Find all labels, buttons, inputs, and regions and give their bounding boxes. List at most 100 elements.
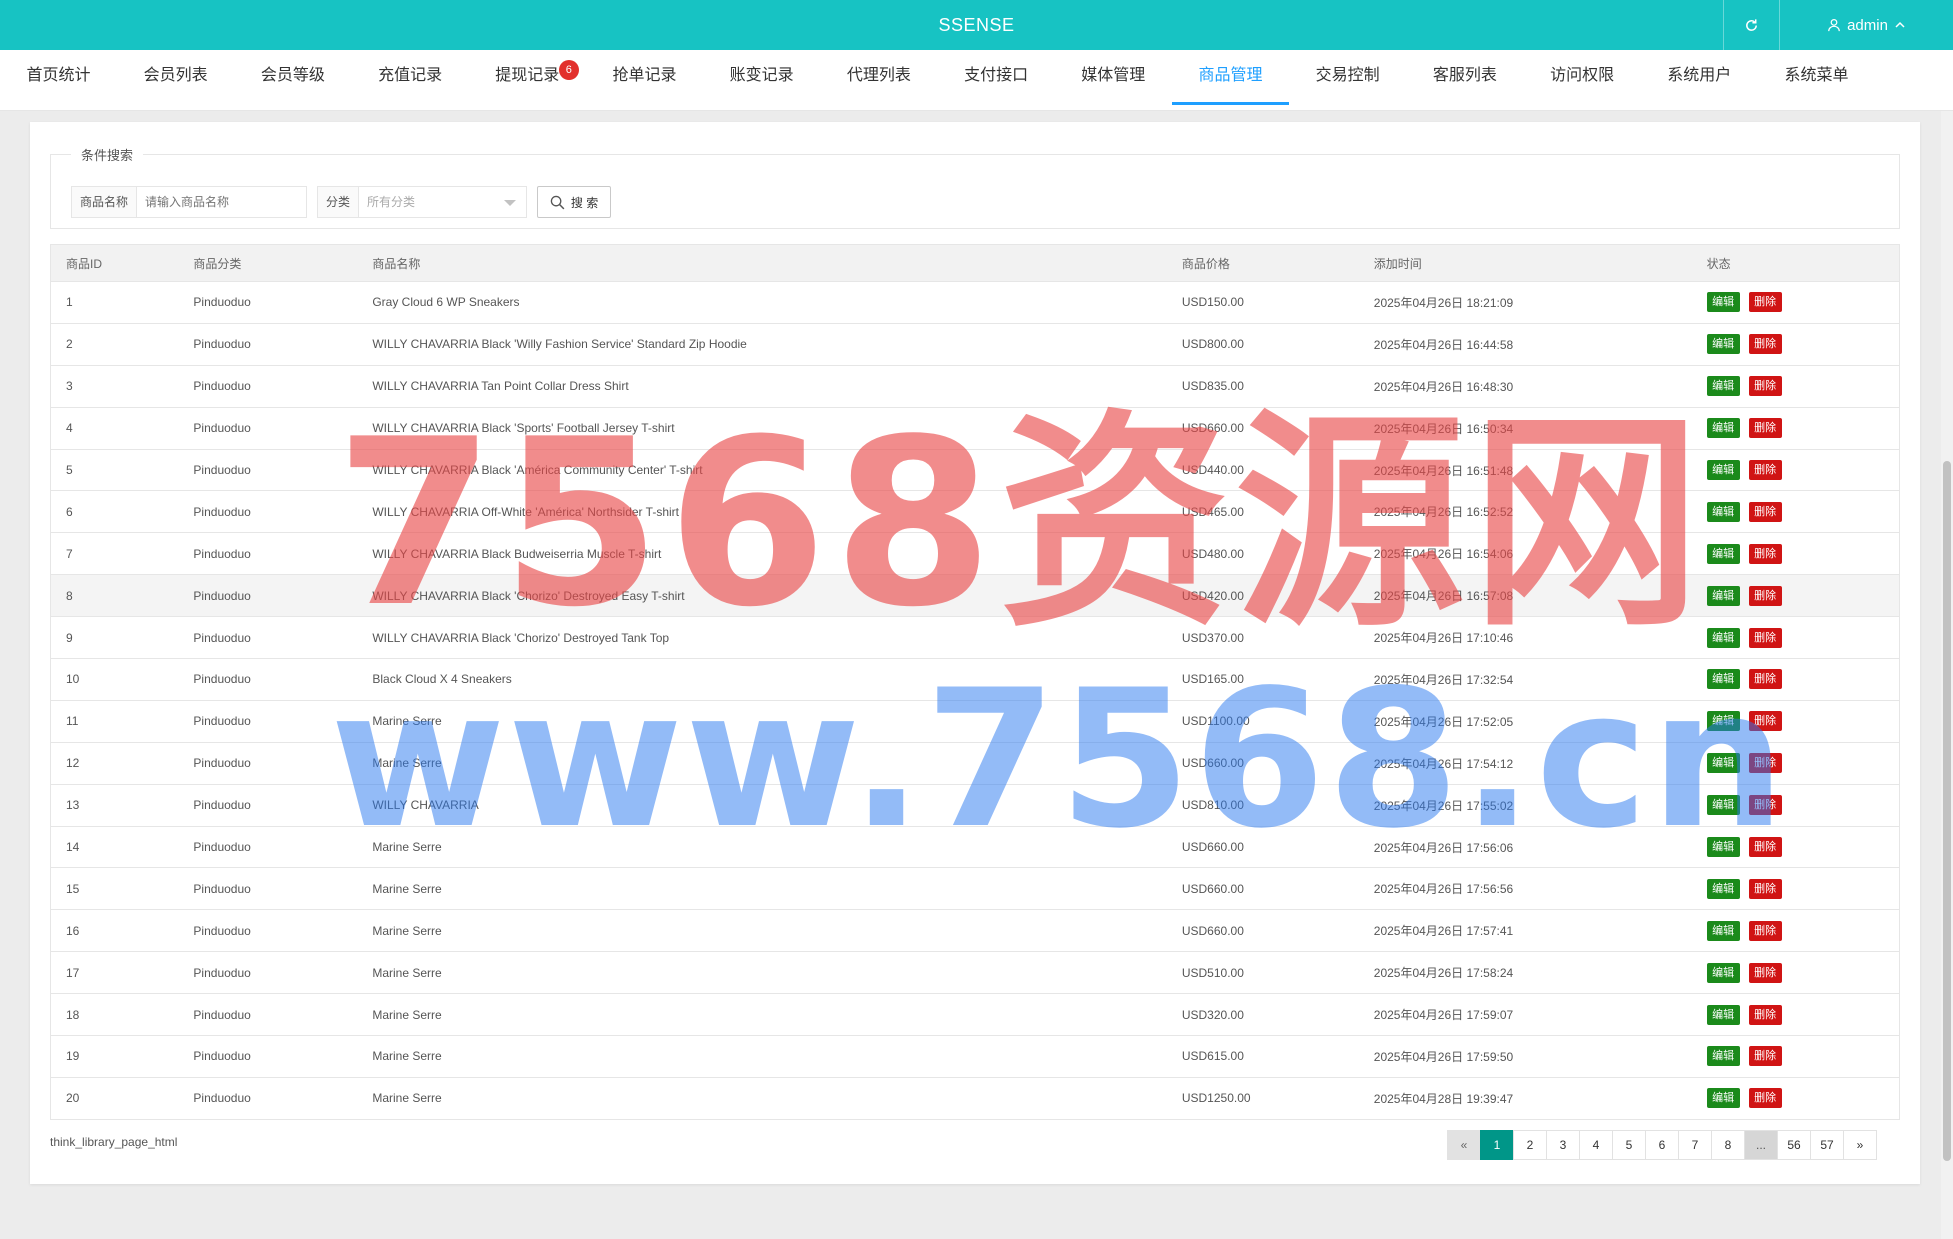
category-select[interactable]: 所有分类 — [359, 186, 528, 218]
delete-button[interactable]: 删除 — [1748, 501, 1782, 522]
nav-tab-3[interactable]: 充值记录 — [352, 50, 469, 111]
page-button[interactable]: 57 — [1810, 1130, 1844, 1160]
table-row[interactable]: 13 Pinduoduo WILLY CHAVARRIA USD810.00 2025年… — [50, 784, 1900, 827]
page-button[interactable]: 56 — [1777, 1130, 1811, 1160]
page-button[interactable]: 2 — [1513, 1130, 1547, 1160]
delete-button[interactable]: 删除 — [1748, 1046, 1782, 1067]
table-row[interactable]: 14 Pinduoduo Marine Serre USD660.00 2025年04月… — [50, 826, 1900, 869]
user-menu[interactable]: admin — [1779, 0, 1953, 50]
delete-button[interactable]: 删除 — [1748, 292, 1782, 313]
delete-button[interactable]: 删除 — [1748, 711, 1782, 732]
table-row[interactable]: 16 Pinduoduo Marine Serre USD660.00 2025年04月… — [50, 909, 1900, 953]
next-page-button[interactable]: » — [1843, 1130, 1877, 1160]
nav-tab-4[interactable]: 提现记录 6 — [469, 50, 586, 111]
page-button[interactable]: 4 — [1579, 1130, 1613, 1160]
table-row[interactable]: 1 Pinduoduo Gray Cloud 6 WP Sneakers USD150… — [50, 281, 1900, 324]
header-time[interactable]: 添加时间 — [1358, 244, 1692, 282]
nav-tab-1[interactable]: 会员列表 — [117, 50, 234, 111]
edit-button[interactable]: 编辑 — [1706, 460, 1740, 480]
edit-button[interactable]: 编辑 — [1706, 627, 1740, 648]
delete-button[interactable]: 删除 — [1748, 920, 1782, 941]
table-row[interactable]: 7 Pinduoduo WILLY CHAVARRIA Black Budweise… — [50, 532, 1900, 576]
edit-button[interactable]: 编辑 — [1706, 501, 1740, 522]
delete-button[interactable]: 删除 — [1748, 753, 1782, 774]
edit-button[interactable]: 编辑 — [1706, 334, 1740, 355]
header-status[interactable]: 状态 — [1691, 244, 1900, 282]
nav-tab-2[interactable]: 会员等级 — [234, 50, 351, 111]
table-row[interactable]: 20 Pinduoduo Marine Serre USD1250.00 2025年04… — [50, 1077, 1900, 1120]
delete-button[interactable]: 删除 — [1748, 627, 1782, 648]
delete-button[interactable]: 删除 — [1748, 418, 1782, 439]
edit-button[interactable]: 编辑 — [1706, 711, 1740, 732]
delete-button[interactable]: 删除 — [1748, 1004, 1782, 1025]
table-row[interactable]: 18 Pinduoduo Marine Serre USD320.00 2025年04月… — [50, 993, 1900, 1037]
table-row[interactable]: 6 Pinduoduo WILLY CHAVARRIA Off-White 'Amé… — [50, 490, 1900, 534]
header-name[interactable]: 商品名称 — [357, 244, 1167, 282]
edit-button[interactable]: 编辑 — [1706, 669, 1740, 690]
page-button[interactable]: 1 — [1480, 1130, 1514, 1160]
delete-button[interactable]: 删除 — [1748, 460, 1782, 480]
page-button[interactable]: 5 — [1612, 1130, 1646, 1160]
delete-button[interactable]: 删除 — [1748, 334, 1782, 355]
scrollbar-thumb[interactable] — [1943, 461, 1951, 1161]
table-row[interactable]: 5 Pinduoduo WILLY CHAVARRIA Black 'América… — [50, 449, 1900, 492]
delete-button[interactable]: 删除 — [1748, 962, 1782, 983]
delete-button[interactable]: 删除 — [1748, 543, 1782, 564]
nav-tab-13[interactable]: 访问权限 — [1524, 50, 1641, 111]
nav-tab-15[interactable]: 系统菜单 — [1758, 50, 1875, 111]
nav-tab-0[interactable]: 首页统计 — [0, 50, 117, 111]
header-category[interactable]: 商品分类 — [178, 244, 358, 282]
edit-button[interactable]: 编辑 — [1706, 753, 1740, 774]
nav-tab-7[interactable]: 代理列表 — [820, 50, 937, 111]
table-row[interactable]: 4 Pinduoduo WILLY CHAVARRIA Black 'Sports'… — [50, 407, 1900, 450]
edit-button[interactable]: 编辑 — [1706, 1046, 1740, 1067]
nav-tab-6[interactable]: 账变记录 — [703, 50, 820, 111]
edit-button[interactable]: 编辑 — [1706, 585, 1740, 606]
nav-tab-9[interactable]: 媒体管理 — [1055, 50, 1172, 111]
edit-button[interactable]: 编辑 — [1706, 878, 1740, 899]
edit-button[interactable]: 编辑 — [1706, 837, 1740, 858]
delete-button[interactable]: 删除 — [1748, 376, 1782, 397]
name-input[interactable] — [137, 186, 308, 218]
page-button[interactable]: 8 — [1711, 1130, 1745, 1160]
edit-button[interactable]: 编辑 — [1706, 920, 1740, 941]
delete-button[interactable]: 删除 — [1748, 795, 1782, 816]
edit-button[interactable]: 编辑 — [1706, 962, 1740, 983]
refresh-button[interactable] — [1723, 0, 1779, 50]
edit-button[interactable]: 编辑 — [1706, 1004, 1740, 1025]
nav-tab-8[interactable]: 支付接口 — [938, 50, 1055, 111]
prev-page-button[interactable]: « — [1447, 1130, 1481, 1160]
nav-tab-11[interactable]: 交易控制 — [1289, 50, 1406, 111]
delete-button[interactable]: 删除 — [1748, 669, 1782, 690]
table-row[interactable]: 11 Pinduoduo Marine Serre USD1100.00 2025年04… — [50, 700, 1900, 743]
delete-button[interactable]: 删除 — [1748, 585, 1782, 606]
edit-button[interactable]: 编辑 — [1706, 543, 1740, 564]
table-row[interactable]: 8 Pinduoduo WILLY CHAVARRIA Black 'Chorizo… — [50, 574, 1900, 618]
header-price[interactable]: 商品价格 — [1166, 244, 1359, 282]
nav-tab-5[interactable]: 抢单记录 — [586, 50, 703, 111]
edit-button[interactable]: 编辑 — [1706, 795, 1740, 816]
scrollbar[interactable] — [1941, 111, 1953, 1239]
table-row[interactable]: 12 Pinduoduo Marine Serre USD660.00 2025年04月… — [50, 742, 1900, 785]
page-button[interactable]: 6 — [1645, 1130, 1679, 1160]
table-row[interactable]: 15 Pinduoduo Marine Serre USD660.00 2025年04月… — [50, 867, 1900, 911]
table-row[interactable]: 2 Pinduoduo WILLY CHAVARRIA Black 'Willy F… — [50, 323, 1900, 366]
table-row[interactable]: 19 Pinduoduo Marine Serre USD615.00 2025年04月… — [50, 1035, 1900, 1078]
delete-button[interactable]: 删除 — [1748, 837, 1782, 858]
delete-button[interactable]: 删除 — [1748, 878, 1782, 899]
delete-button[interactable]: 删除 — [1748, 1088, 1782, 1109]
header-id[interactable]: 商品ID — [50, 244, 179, 282]
nav-tab-14[interactable]: 系统用户 — [1641, 50, 1758, 111]
table-row[interactable]: 3 Pinduoduo WILLY CHAVARRIA Tan Point Coll… — [50, 365, 1900, 408]
nav-tab-10[interactable]: 商品管理 — [1172, 50, 1289, 111]
edit-button[interactable]: 编辑 — [1706, 418, 1740, 439]
search-button[interactable]: 搜 索 — [537, 186, 612, 218]
table-row[interactable]: 17 Pinduoduo Marine Serre USD510.00 2025年04月… — [50, 951, 1900, 995]
edit-button[interactable]: 编辑 — [1706, 376, 1740, 397]
page-button[interactable]: 7 — [1678, 1130, 1712, 1160]
nav-tab-12[interactable]: 客服列表 — [1406, 50, 1523, 111]
page-button[interactable]: 3 — [1546, 1130, 1580, 1160]
edit-button[interactable]: 编辑 — [1706, 1088, 1740, 1109]
table-row[interactable]: 10 Pinduoduo Black Cloud X 4 Sneakers USD16… — [50, 658, 1900, 701]
edit-button[interactable]: 编辑 — [1706, 292, 1740, 313]
